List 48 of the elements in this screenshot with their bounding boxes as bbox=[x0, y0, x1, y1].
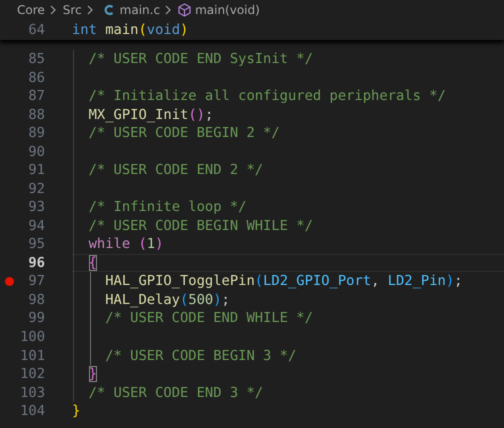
line-number: 102 bbox=[20, 366, 45, 382]
line-number: 96 bbox=[27, 254, 45, 271]
code-line[interactable]: MX_GPIO_Init(); bbox=[72, 106, 214, 123]
line-number: 86 bbox=[27, 70, 45, 86]
chevron-right-icon bbox=[50, 5, 56, 15]
code-line[interactable]: /* Initialize all configured peripherals */ bbox=[72, 88, 446, 104]
line-number: 90 bbox=[27, 144, 45, 160]
line-number: 103 bbox=[20, 384, 45, 401]
line-number: 89 bbox=[27, 125, 45, 142]
code-line[interactable]: { bbox=[72, 254, 97, 271]
c-file-icon bbox=[104, 4, 114, 16]
breadcrumb-item[interactable]: main(void) bbox=[195, 3, 260, 17]
code-line[interactable]: /* USER CODE BEGIN 2 */ bbox=[72, 125, 280, 142]
line-number: 88 bbox=[27, 106, 45, 123]
breadcrumb-item[interactable]: Core bbox=[17, 3, 45, 17]
breadcrumb-item[interactable]: main.c bbox=[120, 3, 160, 17]
chevron-right-icon bbox=[86, 5, 93, 15]
line-number: 93 bbox=[27, 199, 45, 216]
cube-icon bbox=[178, 3, 192, 17]
breakpoint-icon[interactable] bbox=[4, 276, 14, 286]
code-line[interactable]: /* USER CODE BEGIN 3 */ bbox=[72, 348, 296, 364]
code-line[interactable]: /* Infinite loop */ bbox=[72, 199, 246, 216]
code-line[interactable]: /* USER CODE END 2 */ bbox=[72, 162, 264, 178]
line-number: 91 bbox=[27, 162, 45, 178]
line-number: 99 bbox=[27, 310, 45, 326]
code-line[interactable]: /* USER CODE END WHILE */ bbox=[72, 310, 313, 326]
code-line[interactable]: HAL_Delay(500); bbox=[72, 292, 230, 308]
line-number: 94 bbox=[27, 218, 45, 234]
line-number: 97 bbox=[27, 273, 45, 290]
line-number: 95 bbox=[27, 236, 45, 252]
code-line[interactable]: } bbox=[72, 403, 80, 420]
line-number: 64 bbox=[27, 22, 45, 38]
code-line[interactable]: HAL_GPIO_TogglePin(LD2_GPIO_Port, LD2_Pin); bbox=[72, 273, 462, 290]
line-number: 92 bbox=[27, 180, 45, 197]
code-line[interactable]: /* USER CODE END 3 */ bbox=[72, 384, 264, 401]
line-number: 87 bbox=[27, 88, 45, 104]
line-number: 104 bbox=[20, 403, 45, 420]
line-number: 100 bbox=[20, 328, 45, 345]
line-number: 85 bbox=[27, 51, 45, 68]
breadcrumb-item[interactable]: Src bbox=[62, 3, 82, 17]
chevron-right-icon bbox=[165, 5, 172, 15]
code-line[interactable]: int main(void) bbox=[72, 22, 188, 38]
line-number: 101 bbox=[20, 348, 45, 364]
code-line[interactable]: /* USER CODE END SysInit */ bbox=[72, 51, 313, 68]
code-line[interactable]: } bbox=[72, 366, 97, 382]
code-line[interactable]: while (1) bbox=[72, 236, 164, 252]
line-number: 98 bbox=[27, 292, 45, 308]
code-line[interactable]: /* USER CODE BEGIN WHILE */ bbox=[72, 218, 313, 234]
